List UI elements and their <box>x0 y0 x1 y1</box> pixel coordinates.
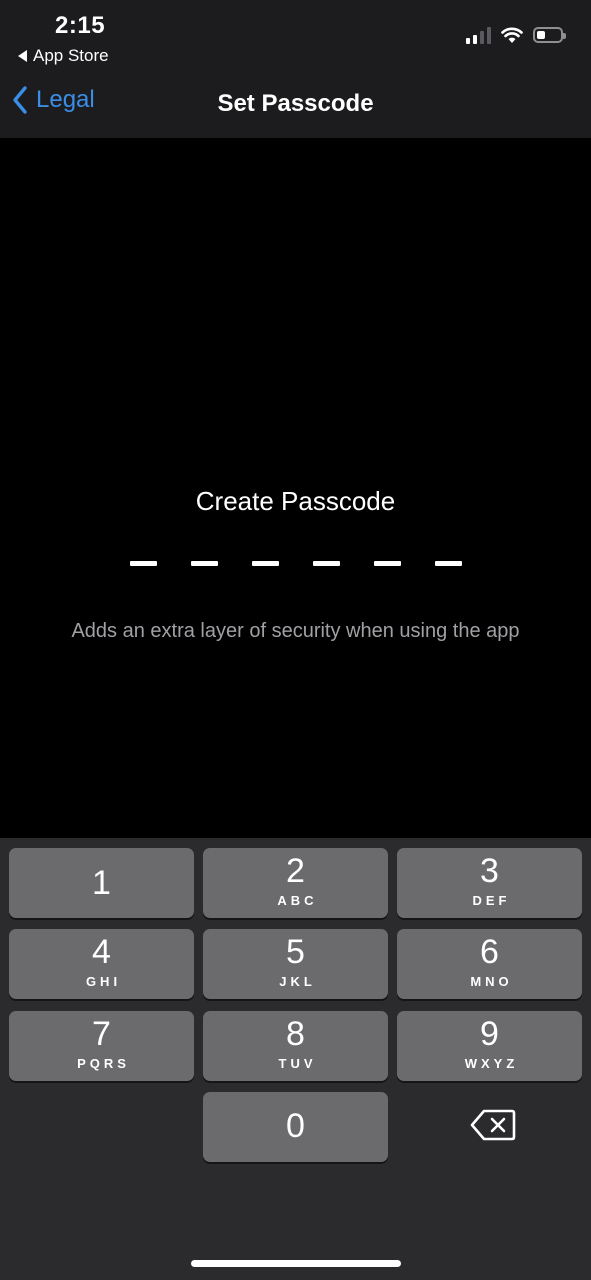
status-time: 2:15 <box>55 12 106 39</box>
key-letters: DEF <box>472 893 511 908</box>
key-digit: 1 <box>92 864 111 902</box>
battery-icon <box>533 27 566 43</box>
key-3[interactable]: 3 DEF <box>397 848 582 918</box>
passcode-digit-slot <box>130 561 157 566</box>
passcode-entry-field[interactable] <box>130 561 462 566</box>
key-9[interactable]: 9 WXYZ <box>397 1011 582 1081</box>
key-5[interactable]: 5 JKL <box>203 929 388 999</box>
backspace-icon[interactable] <box>470 1108 516 1142</box>
cellular-signal-icon <box>466 26 491 44</box>
passcode-subtitle: Adds an extra layer of security when usi… <box>71 620 520 642</box>
key-8[interactable]: 8 TUV <box>203 1011 388 1081</box>
key-letters: TUV <box>278 1056 317 1071</box>
key-digit: 7 <box>92 1015 111 1053</box>
key-digit: 3 <box>480 852 499 890</box>
key-digit: 6 <box>480 933 499 971</box>
key-letters: GHI <box>85 974 122 989</box>
passcode-digit-slot <box>435 561 462 566</box>
key-digit: 5 <box>286 933 305 971</box>
page-title: Set Passcode <box>217 90 374 117</box>
key-digit: 8 <box>286 1015 305 1053</box>
key-letters: WXYZ <box>464 1056 519 1071</box>
numeric-keypad: 1 2 ABC 3 DEF 4 GHI 5 JKL 6 MNO 7 PQRS 8… <box>0 838 591 1280</box>
back-to-app-link[interactable]: App Store <box>18 46 109 66</box>
set-passcode-screen: 2:15 App Store Legal Set Passcode Create… <box>0 0 591 1280</box>
key-letters: JKL <box>279 974 316 989</box>
battery-fill <box>537 31 545 39</box>
key-letters: ABC <box>277 893 318 908</box>
passcode-digit-slot <box>191 561 218 566</box>
key-letters: PQRS <box>77 1056 130 1071</box>
key-7[interactable]: 7 PQRS <box>9 1011 194 1081</box>
key-2[interactable]: 2 ABC <box>203 848 388 918</box>
wifi-icon <box>501 27 523 43</box>
passcode-prompt: Create Passcode <box>195 486 396 516</box>
header: 2:15 App Store Legal Set Passcode <box>0 0 591 138</box>
key-letters: MNO <box>470 974 513 989</box>
passcode-digit-slot <box>252 561 279 566</box>
key-digit: 4 <box>92 933 111 971</box>
key-digit: 0 <box>286 1107 305 1145</box>
passcode-digit-slot <box>313 561 340 566</box>
status-icons <box>466 26 566 44</box>
key-6[interactable]: 6 MNO <box>397 929 582 999</box>
back-app-label: App Store <box>33 46 109 65</box>
key-0[interactable]: 0 <box>203 1092 388 1162</box>
key-4[interactable]: 4 GHI <box>9 929 194 999</box>
back-triangle-icon <box>18 50 27 62</box>
home-indicator[interactable] <box>191 1260 401 1267</box>
key-digit: 2 <box>286 852 305 890</box>
key-digit: 9 <box>480 1015 499 1053</box>
passcode-digit-slot <box>374 561 401 566</box>
key-1[interactable]: 1 <box>9 848 194 918</box>
